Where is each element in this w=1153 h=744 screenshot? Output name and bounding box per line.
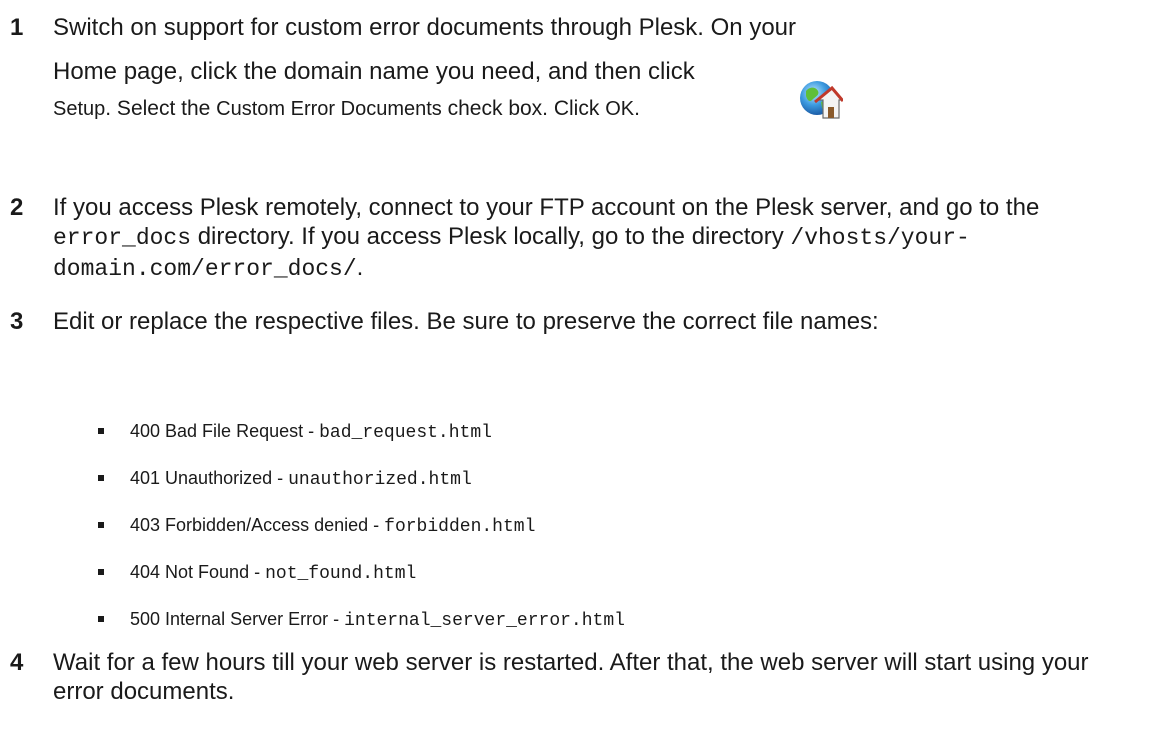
step-3: 3 Edit or replace the respective files. … xyxy=(10,307,1140,336)
error-code-label: 404 Not Found - xyxy=(130,562,266,582)
step-number: 2 xyxy=(10,194,24,221)
step-1-line-1: Switch on support for custom error docum… xyxy=(53,14,797,41)
error-code-label: 500 Internal Server Error - xyxy=(130,609,345,629)
ui-term-custom-error-documents: Custom Error Documents xyxy=(216,98,442,120)
list-item: 404 Not Found - not_found.html xyxy=(98,561,1098,608)
step-1-line-2: Home page, click the domain name you nee… xyxy=(53,58,695,85)
list-item: 400 Bad File Request - bad_request.html xyxy=(98,420,1098,467)
step-number: 1 xyxy=(10,14,24,41)
file-name: not_found.html xyxy=(265,564,417,584)
list-item-text: 400 Bad File Request - bad_request.html xyxy=(130,420,492,444)
list-item: 403 Forbidden/Access denied - forbidden.… xyxy=(98,514,1098,561)
bullet-icon xyxy=(98,428,104,434)
error-code-label: 401 Unauthorized - xyxy=(130,468,289,488)
step-number: 3 xyxy=(10,308,24,335)
bullet-icon xyxy=(98,522,104,528)
step-1-text: . xyxy=(634,97,640,120)
step-1-text: check box. Click xyxy=(441,97,606,120)
bullet-icon xyxy=(98,616,104,622)
error-code-label: 400 Bad File Request - xyxy=(130,421,320,441)
file-name: internal_server_error.html xyxy=(344,611,625,631)
step-text: Edit or replace the respective files. Be… xyxy=(53,308,879,335)
instructions-document: 1 Switch on support for custom error doc… xyxy=(0,0,1153,744)
list-item-text: 500 Internal Server Error - internal_ser… xyxy=(130,608,625,632)
step-number: 4 xyxy=(10,649,24,676)
step-4: 4 Wait for a few hours till your web ser… xyxy=(10,648,1140,706)
list-item-text: 403 Forbidden/Access denied - forbidden.… xyxy=(130,514,535,538)
file-name: forbidden.html xyxy=(384,517,536,537)
file-name: bad_request.html xyxy=(319,423,492,443)
file-name: unauthorized.html xyxy=(288,470,472,490)
step-2-text: directory. If you access Plesk locally, … xyxy=(191,223,791,250)
step-1-line-3: Setup. Select the Custom Error Documents… xyxy=(53,95,1140,123)
directory-name: error_docs xyxy=(53,225,192,251)
step-2: 2 If you access Plesk remotely, connect … xyxy=(10,193,1140,284)
step-text: Switch on support for custom error docum… xyxy=(53,11,1140,123)
ui-term-setup: Setup xyxy=(53,98,106,120)
ui-term-ok: OK xyxy=(605,98,635,120)
step-2-text: . xyxy=(356,254,364,281)
list-item-text: 401 Unauthorized - unauthorized.html xyxy=(130,467,472,491)
bullet-icon xyxy=(98,569,104,575)
step-1-text: . Select the xyxy=(105,97,217,120)
step-text: Wait for a few hours till your web serve… xyxy=(53,649,1089,705)
error-code-label: 403 Forbidden/Access denied - xyxy=(130,515,385,535)
bullet-icon xyxy=(98,475,104,481)
list-item: 401 Unauthorized - unauthorized.html xyxy=(98,467,1098,514)
step-1: 1 Switch on support for custom error doc… xyxy=(10,11,1140,123)
step-2-text: If you access Plesk remotely, connect to… xyxy=(53,194,1040,221)
list-item-text: 404 Not Found - not_found.html xyxy=(130,561,416,585)
globe-home-icon xyxy=(800,81,843,119)
error-files-list: 400 Bad File Request - bad_request.html … xyxy=(98,420,1098,655)
step-text: If you access Plesk remotely, connect to… xyxy=(53,193,1140,284)
